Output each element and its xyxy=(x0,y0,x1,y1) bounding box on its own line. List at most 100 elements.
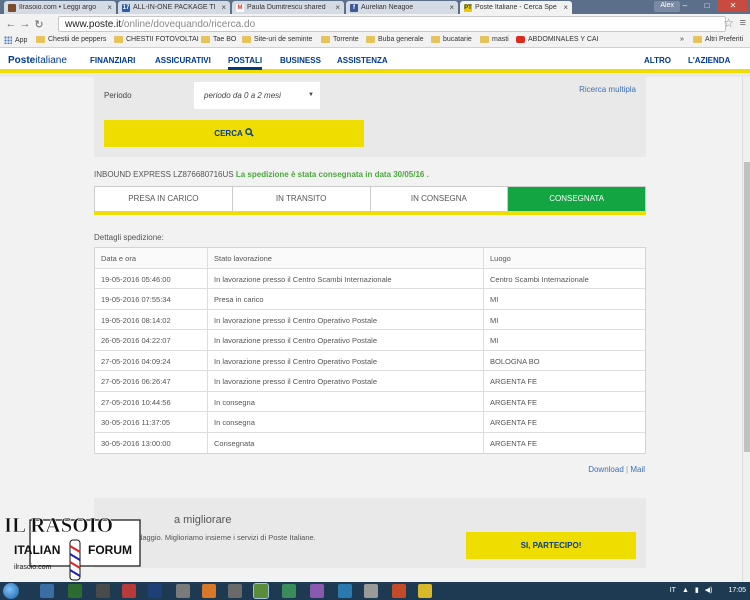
bookmark-other[interactable]: Altri Preferiti xyxy=(693,36,743,43)
maximize-icon[interactable]: □ xyxy=(696,0,718,11)
tab-label: ALL-IN-ONE PACKAGE TI xyxy=(133,4,216,11)
photoshop-taskbar-icon[interactable] xyxy=(148,584,162,598)
url-input[interactable]: www.poste.it/online/dovequando/ricerca.d… xyxy=(58,16,726,32)
nav-assistenza[interactable]: ASSISTENZA xyxy=(337,56,388,65)
bookmark-folder[interactable]: masti xyxy=(480,36,509,43)
tab-close-icon[interactable]: × xyxy=(563,3,568,12)
forward-arrow-icon[interactable]: → xyxy=(18,18,32,30)
app-taskbar-icon[interactable] xyxy=(96,584,110,598)
survey-participate-button[interactable]: SI, PARTECIPO! xyxy=(466,532,636,559)
tab-close-icon[interactable]: × xyxy=(221,3,226,12)
cell-place: MI xyxy=(490,336,499,345)
app-taskbar-icon[interactable] xyxy=(338,584,352,598)
bookmark-folder[interactable]: CHESTII FOTOVOLTAI xyxy=(114,36,199,43)
app-taskbar-icon[interactable] xyxy=(282,584,296,598)
chrome-taskbar-icon[interactable] xyxy=(253,583,269,599)
nav-assicurativi[interactable]: ASSICURATIVI xyxy=(155,56,211,65)
bookmark-label: Buba generale xyxy=(378,36,424,43)
tab-close-icon[interactable]: × xyxy=(107,3,112,12)
nav-business[interactable]: BUSINESS xyxy=(280,56,321,65)
watermark-title: IL RASOIO xyxy=(4,513,113,537)
tab-ilrasoio[interactable]: Ilrasoio.com • Leggi argo × xyxy=(4,1,116,14)
tab-all-in-one[interactable]: 17 ALL-IN-ONE PACKAGE TI × xyxy=(118,1,230,14)
minimize-icon[interactable]: – xyxy=(674,0,696,11)
bookmark-star-icon[interactable]: ☆ xyxy=(723,16,734,30)
bookmark-folder[interactable]: bucatarie xyxy=(431,36,472,43)
app-taskbar-icon[interactable] xyxy=(364,584,378,598)
volume-icon[interactable]: ◀) xyxy=(705,586,713,594)
app-taskbar-icon[interactable] xyxy=(122,584,136,598)
language-indicator[interactable]: IT xyxy=(670,587,676,594)
cell-status: In lavorazione presso il Centro Operativ… xyxy=(208,330,484,350)
menu-icon[interactable]: ≡ xyxy=(740,17,746,29)
bookmark-folder[interactable]: Site-uri de seminte xyxy=(242,36,312,43)
period-select[interactable]: periodo da 0 a 2 mesi ▼ xyxy=(194,82,320,109)
bookmark-label: masti xyxy=(492,36,509,43)
app-taskbar-icon[interactable] xyxy=(176,584,190,598)
reload-icon[interactable]: ↻ xyxy=(32,18,46,31)
period-label: Periodo xyxy=(104,91,132,100)
nav-postali[interactable]: POSTALI xyxy=(228,56,263,70)
explorer-taskbar-icon[interactable] xyxy=(40,584,54,598)
cell-place: Centro Scambi Internazionale xyxy=(490,274,589,284)
cell-date: 19-05-2016 08:14:02 xyxy=(95,309,208,329)
progress-underline xyxy=(94,212,646,215)
bookmarks-more-button[interactable]: » xyxy=(680,36,684,43)
app-taskbar-icon[interactable] xyxy=(418,584,432,598)
folder-icon xyxy=(693,36,702,43)
network-icon[interactable]: ▮ xyxy=(695,586,699,594)
tab-close-icon[interactable]: × xyxy=(449,3,454,12)
viber-taskbar-icon[interactable] xyxy=(310,584,324,598)
table-row: 26-05-2016 04:22:07 In lavorazione press… xyxy=(95,330,645,351)
tab-label: Aurelian Neagoe xyxy=(361,4,414,11)
bookmark-folder[interactable]: Chestii de peppers xyxy=(36,36,106,43)
cell-status: In lavorazione presso il Centro Operativ… xyxy=(208,350,484,370)
tab-poste-italiane[interactable]: PT Poste Italiane - Cerca Spe × xyxy=(460,1,572,14)
bookmark-label: Site-uri de seminte xyxy=(254,36,313,43)
shipment-status: INBOUND EXPRESS LZ876680716US La spedizi… xyxy=(94,170,429,179)
back-arrow-icon[interactable]: ← xyxy=(4,18,18,30)
tab-gmail[interactable]: M Paula Dumitrescu shared × xyxy=(232,1,344,14)
bookmark-apps[interactable]: App xyxy=(4,36,27,44)
bookmark-label: Altri Preferiti xyxy=(705,36,744,43)
bookmark-folder[interactable]: Tae BO xyxy=(201,36,236,43)
bookmark-folder[interactable]: Buba generale xyxy=(366,36,424,43)
nav-altro[interactable]: ALTRO xyxy=(644,56,671,65)
window-close-icon[interactable]: ✕ xyxy=(718,0,748,11)
multi-search-link[interactable]: Ricerca multipla xyxy=(579,85,636,94)
mail-link[interactable]: Mail xyxy=(630,465,645,474)
watermark-italian: ITALIAN xyxy=(14,543,60,557)
cell-date: 19-05-2016 07:55:34 xyxy=(95,289,208,309)
app-taskbar-icon[interactable] xyxy=(392,584,406,598)
table-header-row: Data e ora Stato lavorazione Luogo xyxy=(95,248,645,269)
poste-logo[interactable]: Posteitaliane xyxy=(8,55,67,66)
tray-expand-icon[interactable]: ▲ xyxy=(682,587,689,594)
search-button-label: CERCA xyxy=(214,129,243,138)
cell-place: BOLOGNA BO xyxy=(490,356,540,366)
download-link[interactable]: Download xyxy=(588,465,624,474)
gmail-favicon-icon: M xyxy=(236,3,244,12)
tab-facebook[interactable]: f Aurelian Neagoe × xyxy=(346,1,458,14)
nav-finanziari[interactable]: FINANZIARI xyxy=(90,56,135,65)
tab-close-icon[interactable]: × xyxy=(335,3,340,12)
youtube-icon xyxy=(516,36,525,43)
bookmarks-bar: App Chestii de peppers CHESTII FOTOVOLTA… xyxy=(0,34,750,48)
table-row: 27-05-2016 06:26:47 In lavorazione press… xyxy=(95,371,645,392)
search-button[interactable]: CERCA xyxy=(104,120,364,147)
poste-favicon-icon: PT xyxy=(464,3,472,12)
app-taskbar-icon[interactable] xyxy=(228,584,242,598)
media-taskbar-icon[interactable] xyxy=(68,584,82,598)
cell-status: In lavorazione presso il Centro Scambi I… xyxy=(208,268,484,288)
start-button-icon[interactable] xyxy=(3,583,19,599)
nav-azienda[interactable]: L'AZIENDA xyxy=(688,56,730,65)
page-scrollbar[interactable] xyxy=(742,77,750,582)
bookmark-youtube[interactable]: ABDOMINALES Y CAI xyxy=(516,36,599,43)
firefox-taskbar-icon[interactable] xyxy=(202,584,216,598)
clock[interactable]: 17:05 xyxy=(728,587,746,594)
tab-label: Poste Italiane - Cerca Spe xyxy=(475,4,557,11)
url-host: www.poste.it xyxy=(65,18,122,30)
folder-icon xyxy=(431,36,440,43)
bookmark-folder[interactable]: Torrente xyxy=(321,36,359,43)
scrollbar-thumb[interactable] xyxy=(744,162,750,452)
column-header-date: Data e ora xyxy=(95,248,208,268)
